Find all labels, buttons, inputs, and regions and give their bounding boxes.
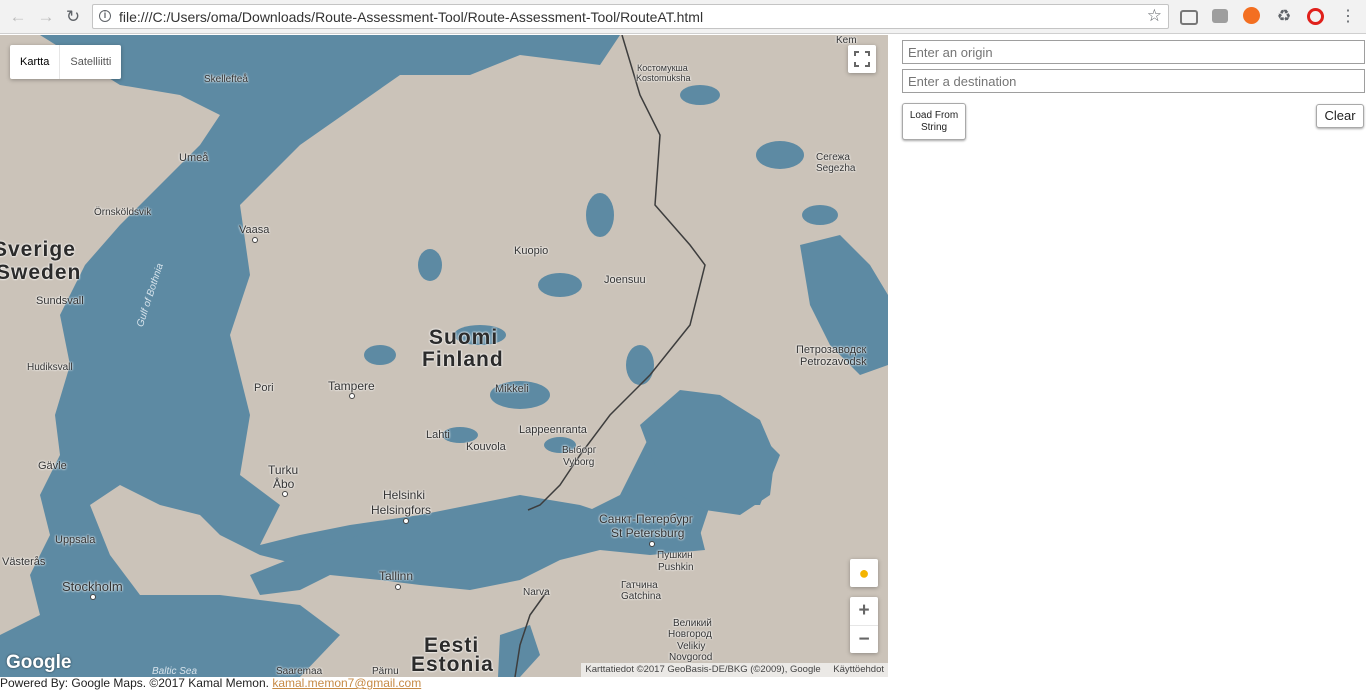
map-type-control: Kartta Satelliitti: [10, 45, 122, 79]
city-marker: [349, 393, 355, 399]
zoom-out-button[interactable]: −: [850, 626, 878, 654]
country-label-sweden: Sweden: [0, 261, 82, 284]
city-label: Выборг: [562, 445, 597, 456]
city-label: Сегежа: [816, 152, 850, 163]
reload-icon[interactable]: ↻: [63, 7, 83, 27]
city-label: Hudiksvall: [27, 362, 73, 373]
origin-input[interactable]: [902, 40, 1365, 64]
city-label: Gävle: [38, 460, 67, 472]
city-label: Tallinn: [379, 569, 414, 583]
city-label: Petrozavodsk: [800, 356, 867, 368]
bookmark-star-icon[interactable]: ☆: [1147, 6, 1162, 26]
city-marker: [282, 491, 288, 497]
footer-text: Powered By: Google Maps. ©2017 Kamal Mem…: [0, 676, 269, 690]
city-label: Lappeenranta: [519, 424, 587, 436]
country-label-finland: Finland: [422, 348, 504, 371]
city-label: Петрозаводск: [796, 344, 867, 356]
back-arrow-icon[interactable]: ←: [8, 7, 28, 27]
city-label: Novgorod: [669, 652, 713, 663]
city-label: Velikiy: [677, 641, 706, 652]
city-label: Västerås: [2, 556, 46, 568]
url-text[interactable]: file:///C:/Users/oma/Downloads/Route-Ass…: [119, 9, 703, 25]
email-link[interactable]: kamal.memon7@gmail.com: [272, 676, 421, 690]
city-label: Helsinki: [383, 488, 426, 502]
city-label: Joensuu: [604, 274, 646, 286]
menu-dots-icon[interactable]: ⋮: [1338, 7, 1358, 27]
google-logo[interactable]: Google: [6, 652, 71, 674]
city-label: Санкт-Петербург: [599, 512, 694, 526]
city-marker: [649, 541, 655, 547]
footer: Powered By: Google Maps. ©2017 Kamal Mem…: [0, 676, 421, 690]
city-label: Segezha: [816, 163, 856, 174]
camera-icon[interactable]: [1180, 10, 1198, 25]
country-label-suomi: Suomi: [429, 326, 499, 349]
city-label: Umeå: [179, 152, 209, 164]
terms-link[interactable]: Käyttöehdot: [833, 664, 884, 675]
forward-arrow-icon[interactable]: →: [36, 7, 56, 27]
city-label: Пушкин: [657, 550, 693, 561]
city-label: Gatchina: [621, 591, 662, 602]
fullscreen-button[interactable]: [848, 45, 876, 73]
city-label: Новгород: [668, 629, 712, 640]
city-label: Kuopio: [514, 245, 549, 257]
load-from-string-button[interactable]: Load From String: [902, 103, 966, 140]
street-view-pegman-icon[interactable]: ●: [850, 559, 878, 587]
city-label: Pushkin: [658, 562, 694, 573]
orange-extension-icon[interactable]: [1243, 7, 1260, 24]
destination-input[interactable]: [902, 69, 1365, 93]
browser-toolbar: ← → ↻ i file:///C:/Users/oma/Downloads/R…: [0, 0, 1366, 34]
zoom-control: + −: [850, 597, 878, 653]
city-label: Vaasa: [239, 224, 270, 236]
city-marker: [395, 584, 401, 590]
city-label: Kostomuksha: [636, 73, 691, 83]
city-label: Åbo: [273, 477, 295, 491]
city-label: Tampere: [328, 379, 375, 393]
map-type-map-button[interactable]: Kartta: [10, 45, 61, 79]
extension-icon[interactable]: [1212, 9, 1228, 23]
city-label: Pori: [254, 382, 274, 394]
city-marker: [403, 518, 409, 524]
opera-icon[interactable]: [1307, 8, 1324, 25]
map-type-satellite-button[interactable]: Satelliitti: [60, 45, 121, 79]
city-label: Sundsvall: [36, 295, 84, 307]
city-label: Örnsköldsvik: [94, 207, 152, 218]
city-label: Turku: [268, 463, 299, 477]
fullscreen-icon: [854, 51, 870, 67]
city-marker: [90, 594, 96, 600]
city-label: Костомукша: [637, 63, 688, 73]
city-label: Helsingfors: [371, 503, 432, 517]
address-bar[interactable]: i file:///C:/Users/oma/Downloads/Route-A…: [92, 4, 1169, 29]
city-marker: [252, 237, 258, 243]
map[interactable]: Suomi Finland Sverige Sweden Eesti Eston…: [0, 35, 888, 677]
info-icon[interactable]: i: [99, 10, 111, 22]
country-label-sverige: Sverige: [0, 238, 76, 261]
map-attribution: Karttatiedot ©2017 GeoBasis-DE/BKG (©200…: [581, 663, 888, 677]
country-label-estonia: Estonia: [411, 653, 494, 676]
city-label: Vyborg: [563, 457, 595, 468]
city-label: Mikkeli: [495, 383, 529, 395]
city-label: Lahti: [426, 429, 450, 441]
city-label: St Petersburg: [611, 526, 685, 540]
zoom-in-button[interactable]: +: [850, 597, 878, 626]
city-label: Kouvola: [466, 441, 506, 453]
city-label: Гатчина: [621, 580, 658, 591]
city-label: Великий: [673, 618, 712, 629]
recycle-icon[interactable]: ♻: [1274, 7, 1294, 27]
city-label: Narva: [523, 587, 550, 598]
city-label: Skellefteå: [204, 74, 248, 85]
city-label: Stockholm: [62, 579, 123, 594]
city-label: Uppsala: [55, 534, 96, 546]
attribution-text[interactable]: Karttatiedot ©2017 GeoBasis-DE/BKG (©200…: [585, 664, 820, 675]
clear-button[interactable]: Clear: [1316, 104, 1364, 128]
